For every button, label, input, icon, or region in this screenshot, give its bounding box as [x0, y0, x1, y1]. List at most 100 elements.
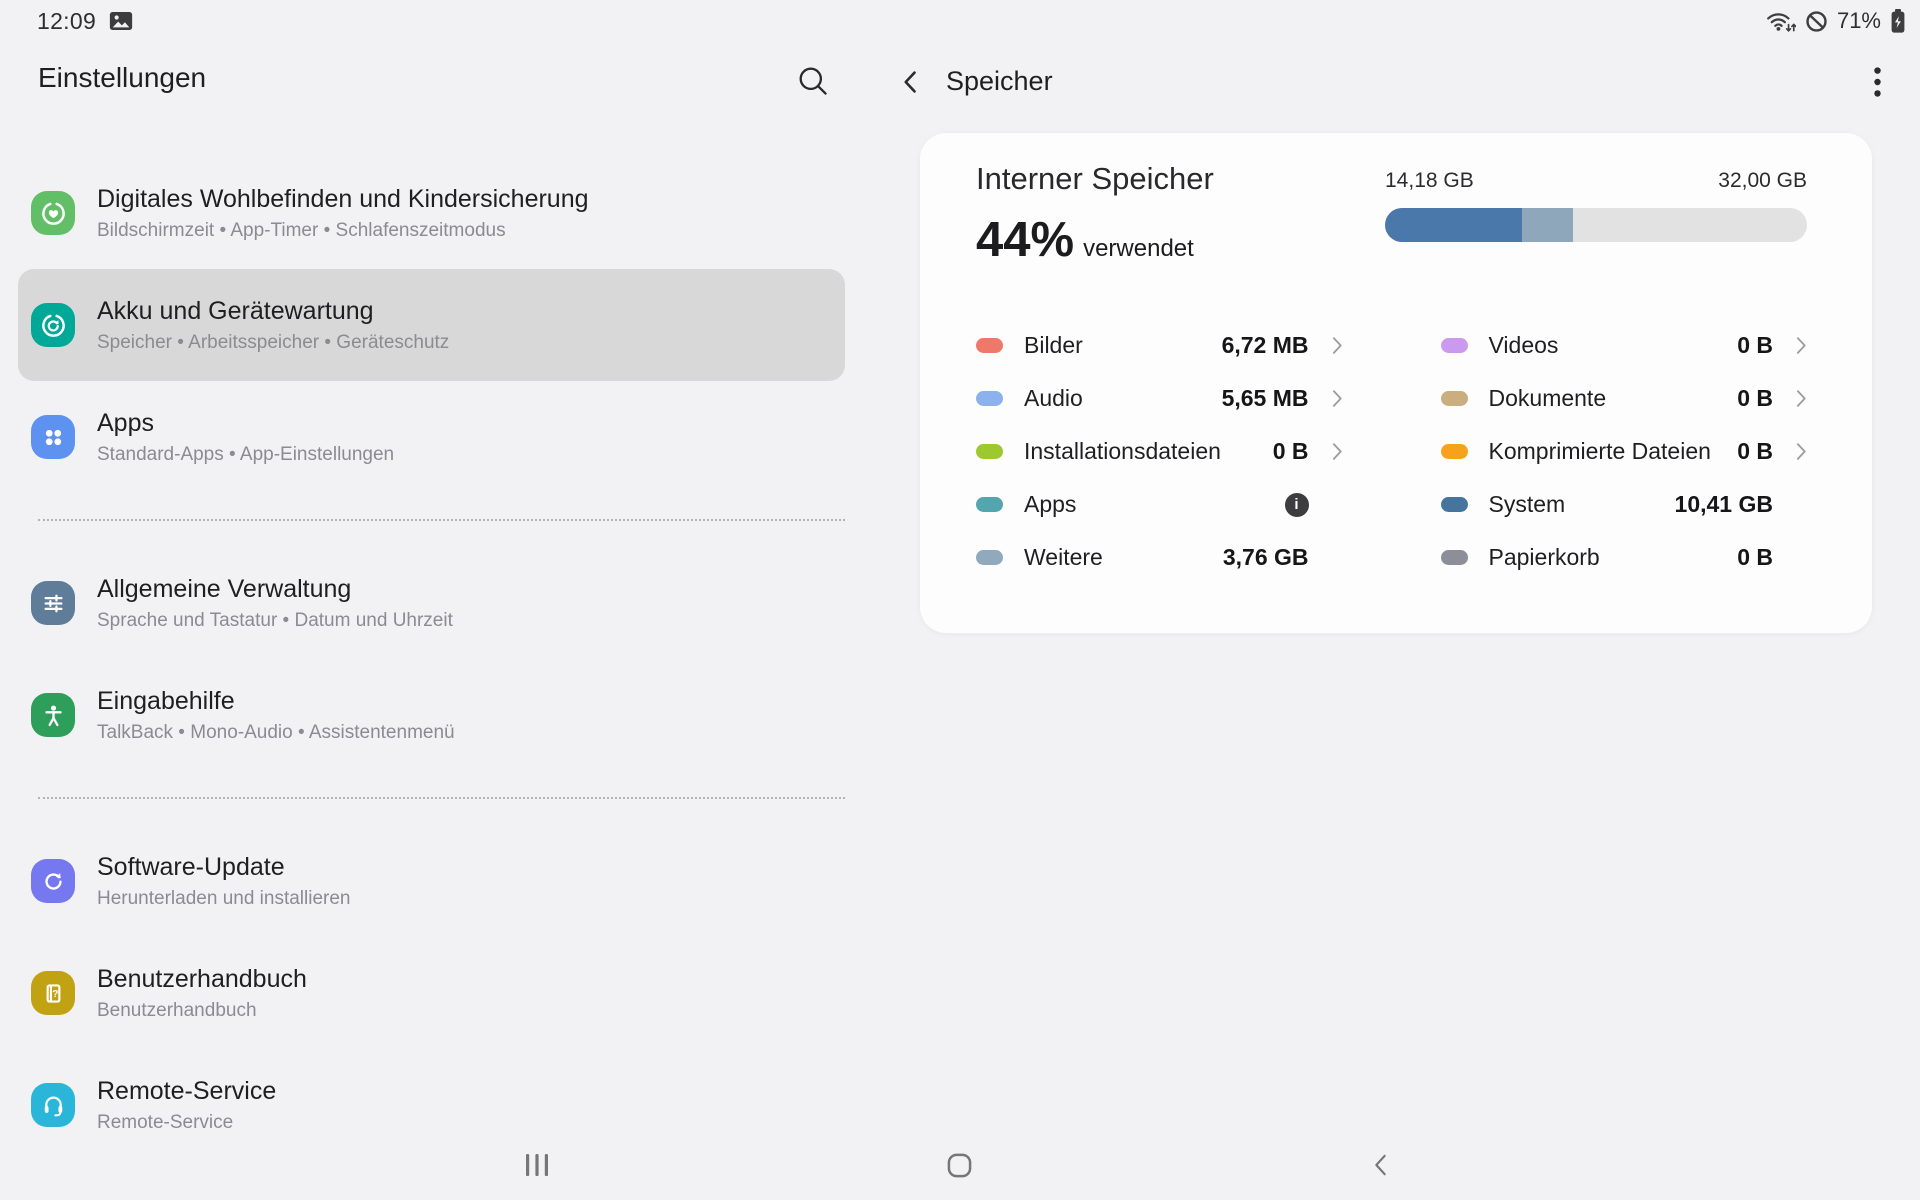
- category-label: System: [1489, 491, 1675, 518]
- category-column-2: Videos0 BDokumente0 BKomprimierte Dateie…: [1441, 319, 1808, 584]
- sidebar-item-apps[interactable]: Apps Standard-Apps • App-Einstellungen: [18, 381, 845, 493]
- battery-charging-icon: [1890, 8, 1906, 34]
- remote-service-icon: [31, 1083, 75, 1127]
- sidebar-item-general-management[interactable]: Allgemeine VerwaltungSprache und Tastatu…: [18, 547, 845, 659]
- sidebar-item-label: Remote-Service: [97, 1076, 276, 1107]
- recents-icon[interactable]: [507, 1130, 567, 1200]
- category-row-system: System10,41 GB: [1441, 478, 1808, 531]
- category-value: 0 B: [1737, 438, 1773, 465]
- internal-storage-card: Interner Speicher 44% verwendet 14,18 GB…: [920, 133, 1872, 633]
- chevron-right-icon: [1773, 442, 1807, 461]
- back-nav-icon[interactable]: [1350, 1130, 1410, 1200]
- category-label: Weitere: [1024, 544, 1223, 571]
- category-row-dokumente[interactable]: Dokumente0 B: [1441, 372, 1808, 425]
- sidebar-item-sublabel: Herunterladen und installieren: [97, 887, 351, 911]
- category-label: Audio: [1024, 385, 1222, 412]
- search-icon[interactable]: [796, 64, 830, 98]
- category-label: Papierkorb: [1489, 544, 1738, 571]
- sidebar-item-device-care[interactable]: Akku und Gerätewartung Speicher • Arbeits…: [18, 269, 845, 381]
- info-icon[interactable]: i: [1285, 493, 1309, 517]
- general-management-icon: [31, 581, 75, 625]
- device-care-icon: [31, 303, 75, 347]
- category-label: Bilder: [1024, 332, 1222, 359]
- digital-wellbeing-icon: [31, 191, 75, 235]
- navigation-bar: [0, 1130, 1920, 1200]
- sidebar-item-label: Digitales Wohlbefinden und Kindersicheru…: [97, 184, 589, 215]
- category-label: Apps: [1024, 491, 1285, 518]
- sidebar-item-sublabel: Benutzerhandbuch: [97, 999, 307, 1023]
- sidebar-item-digital-wellbeing[interactable]: Digitales Wohlbefinden und Kindersicheru…: [18, 157, 845, 269]
- sidebar-item-label: Eingabehilfe: [97, 686, 455, 717]
- sidebar-item-accessibility[interactable]: EingabehilfeTalkBack • Mono-Audio • Assi…: [18, 659, 845, 771]
- sidebar-item-sublabel: Standard-Apps • App-Einstellungen: [97, 443, 394, 467]
- settings-list: Digitales Wohlbefinden und Kindersicheru…: [0, 157, 869, 1130]
- clock: 12:09: [37, 8, 96, 35]
- chevron-right-icon: [1309, 442, 1343, 461]
- category-color-pill: [1441, 391, 1468, 406]
- software-update-icon: [31, 859, 75, 903]
- do-not-disturb-icon: [1805, 10, 1828, 33]
- category-label: Komprimierte Dateien: [1489, 438, 1738, 465]
- category-color-pill: [1441, 444, 1468, 459]
- category-label: Dokumente: [1489, 385, 1738, 412]
- sidebar-item-label: Apps: [97, 408, 394, 439]
- category-row-komprimierte-dateien[interactable]: Komprimierte Dateien0 B: [1441, 425, 1808, 478]
- category-color-pill: [976, 550, 1003, 565]
- category-row-bilder[interactable]: Bilder6,72 MB: [976, 319, 1343, 372]
- category-value: 3,76 GB: [1223, 544, 1309, 571]
- category-row-installationsdateien[interactable]: Installationsdateien0 B: [976, 425, 1343, 478]
- svg-text:?: ?: [52, 989, 58, 1000]
- category-label: Installationsdateien: [1024, 438, 1273, 465]
- sidebar-item-sublabel: Speicher • Arbeitsspeicher • Geräteschut…: [97, 331, 449, 355]
- category-row-audio[interactable]: Audio5,65 MB: [976, 372, 1343, 425]
- storage-detail-panel: Speicher Interner Speicher 44% verwendet…: [869, 42, 1920, 1130]
- sidebar-item-label: Software-Update: [97, 852, 351, 883]
- storage-header: Speicher: [869, 42, 1920, 133]
- category-value: 0 B: [1737, 544, 1773, 571]
- category-value: 0 B: [1273, 438, 1309, 465]
- chevron-right-icon: [1309, 389, 1343, 408]
- category-color-pill: [976, 497, 1003, 512]
- category-color-pill: [976, 391, 1003, 406]
- chevron-right-icon: [1773, 389, 1807, 408]
- detail-title: Speicher: [946, 66, 1053, 97]
- category-value: 0 B: [1737, 385, 1773, 412]
- storage-progress-bar: [1385, 208, 1807, 242]
- sidebar-item-user-manual[interactable]: ? Benutzerhandbuch Benutzerhandbuch: [18, 937, 845, 1049]
- sidebar-item-label: Benutzerhandbuch: [97, 964, 307, 995]
- settings-header: Einstellungen: [0, 42, 869, 157]
- sidebar-item-sublabel: Sprache und Tastatur • Datum und Uhrzeit: [97, 609, 453, 633]
- settings-app-screen: 12:09 71% Einstellungen Digitales: [0, 0, 1920, 1200]
- category-label: Videos: [1489, 332, 1738, 359]
- category-color-pill: [976, 444, 1003, 459]
- category-color-pill: [976, 338, 1003, 353]
- storage-categories: Bilder6,72 MBAudio5,65 MBInstallationsda…: [976, 319, 1807, 584]
- chevron-right-icon: [1773, 336, 1807, 355]
- sidebar-item-label: Akku und Gerätewartung: [97, 296, 449, 327]
- used-amount: 14,18 GB: [1385, 169, 1474, 193]
- sidebar-item-sublabel: Bildschirmzeit • App-Timer • Schlafensze…: [97, 219, 589, 243]
- category-row-apps: Appsi: [976, 478, 1343, 531]
- more-options-icon[interactable]: [1867, 65, 1887, 99]
- usage-percent: 44%: [976, 212, 1074, 268]
- bar-segment-used-secondary: [1522, 208, 1573, 242]
- bar-segment-used-main: [1385, 208, 1522, 242]
- sidebar-item-remote-service[interactable]: Remote-Service Remote-Service: [18, 1049, 845, 1130]
- total-amount: 32,00 GB: [1718, 169, 1807, 193]
- dotted-divider: [0, 771, 869, 825]
- sidebar-item-software-update[interactable]: Software-Update Herunterladen und install…: [18, 825, 845, 937]
- dotted-divider: [0, 493, 869, 547]
- battery-percent: 71%: [1837, 8, 1881, 34]
- chevron-right-icon: [1309, 336, 1343, 355]
- accessibility-icon: [31, 693, 75, 737]
- image-notification-icon: [109, 11, 133, 31]
- category-color-pill: [1441, 497, 1468, 512]
- category-row-videos[interactable]: Videos0 B: [1441, 319, 1808, 372]
- category-row-papierkorb: Papierkorb0 B: [1441, 531, 1808, 584]
- category-column-1: Bilder6,72 MBAudio5,65 MBInstallationsda…: [976, 319, 1343, 584]
- sidebar-item-sublabel: Remote-Service: [97, 1111, 276, 1131]
- category-row-weitere: Weitere3,76 GB: [976, 531, 1343, 584]
- back-button[interactable]: [895, 66, 927, 98]
- home-icon[interactable]: [929, 1130, 989, 1200]
- storage-bar-block: 14,18 GB 32,00 GB: [1385, 169, 1807, 242]
